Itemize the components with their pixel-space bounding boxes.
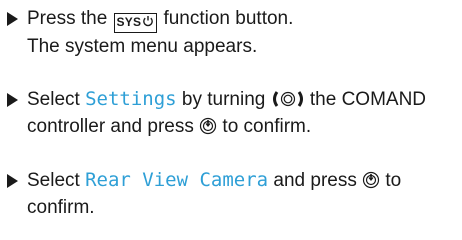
menu-item-rear-view-camera: Rear View Camera — [85, 169, 269, 191]
bullet-triangle-icon — [7, 174, 18, 188]
step-1-after: function button. — [158, 8, 294, 29]
step-1: Press the SYS function button. The syste… — [7, 5, 457, 60]
press-controller-icon — [363, 171, 380, 189]
bullet-triangle-icon — [7, 93, 18, 107]
step-1-before: Press the — [27, 8, 113, 29]
sys-key-label: SYS — [116, 15, 142, 29]
step-2: Select Settings by turning the COMAND co… — [7, 86, 457, 140]
instruction-steps: Press the SYS function button. The syste… — [0, 0, 462, 240]
step-3-text: Select Rear View Camera and press to con… — [27, 167, 457, 221]
step-2-middle: by turning — [176, 89, 271, 110]
step-2-after-press: to confirm. — [217, 116, 312, 137]
sys-function-button-icon: SYS — [113, 13, 158, 33]
menu-item-settings: Settings — [85, 88, 177, 110]
step-1-result: The system menu appears. — [27, 36, 258, 57]
power-icon — [143, 16, 154, 27]
turn-controller-icon — [272, 91, 303, 107]
step-2-text: Select Settings by turning the COMAND co… — [27, 86, 457, 140]
step-2-before: Select — [27, 89, 86, 110]
step-1-text: Press the SYS function button. The syste… — [27, 5, 457, 60]
step-3: Select Rear View Camera and press to con… — [7, 167, 457, 221]
step-3-middle: and press — [268, 170, 363, 191]
bullet-triangle-icon — [7, 12, 18, 26]
press-controller-icon — [200, 117, 217, 135]
step-3-before: Select — [27, 170, 86, 191]
